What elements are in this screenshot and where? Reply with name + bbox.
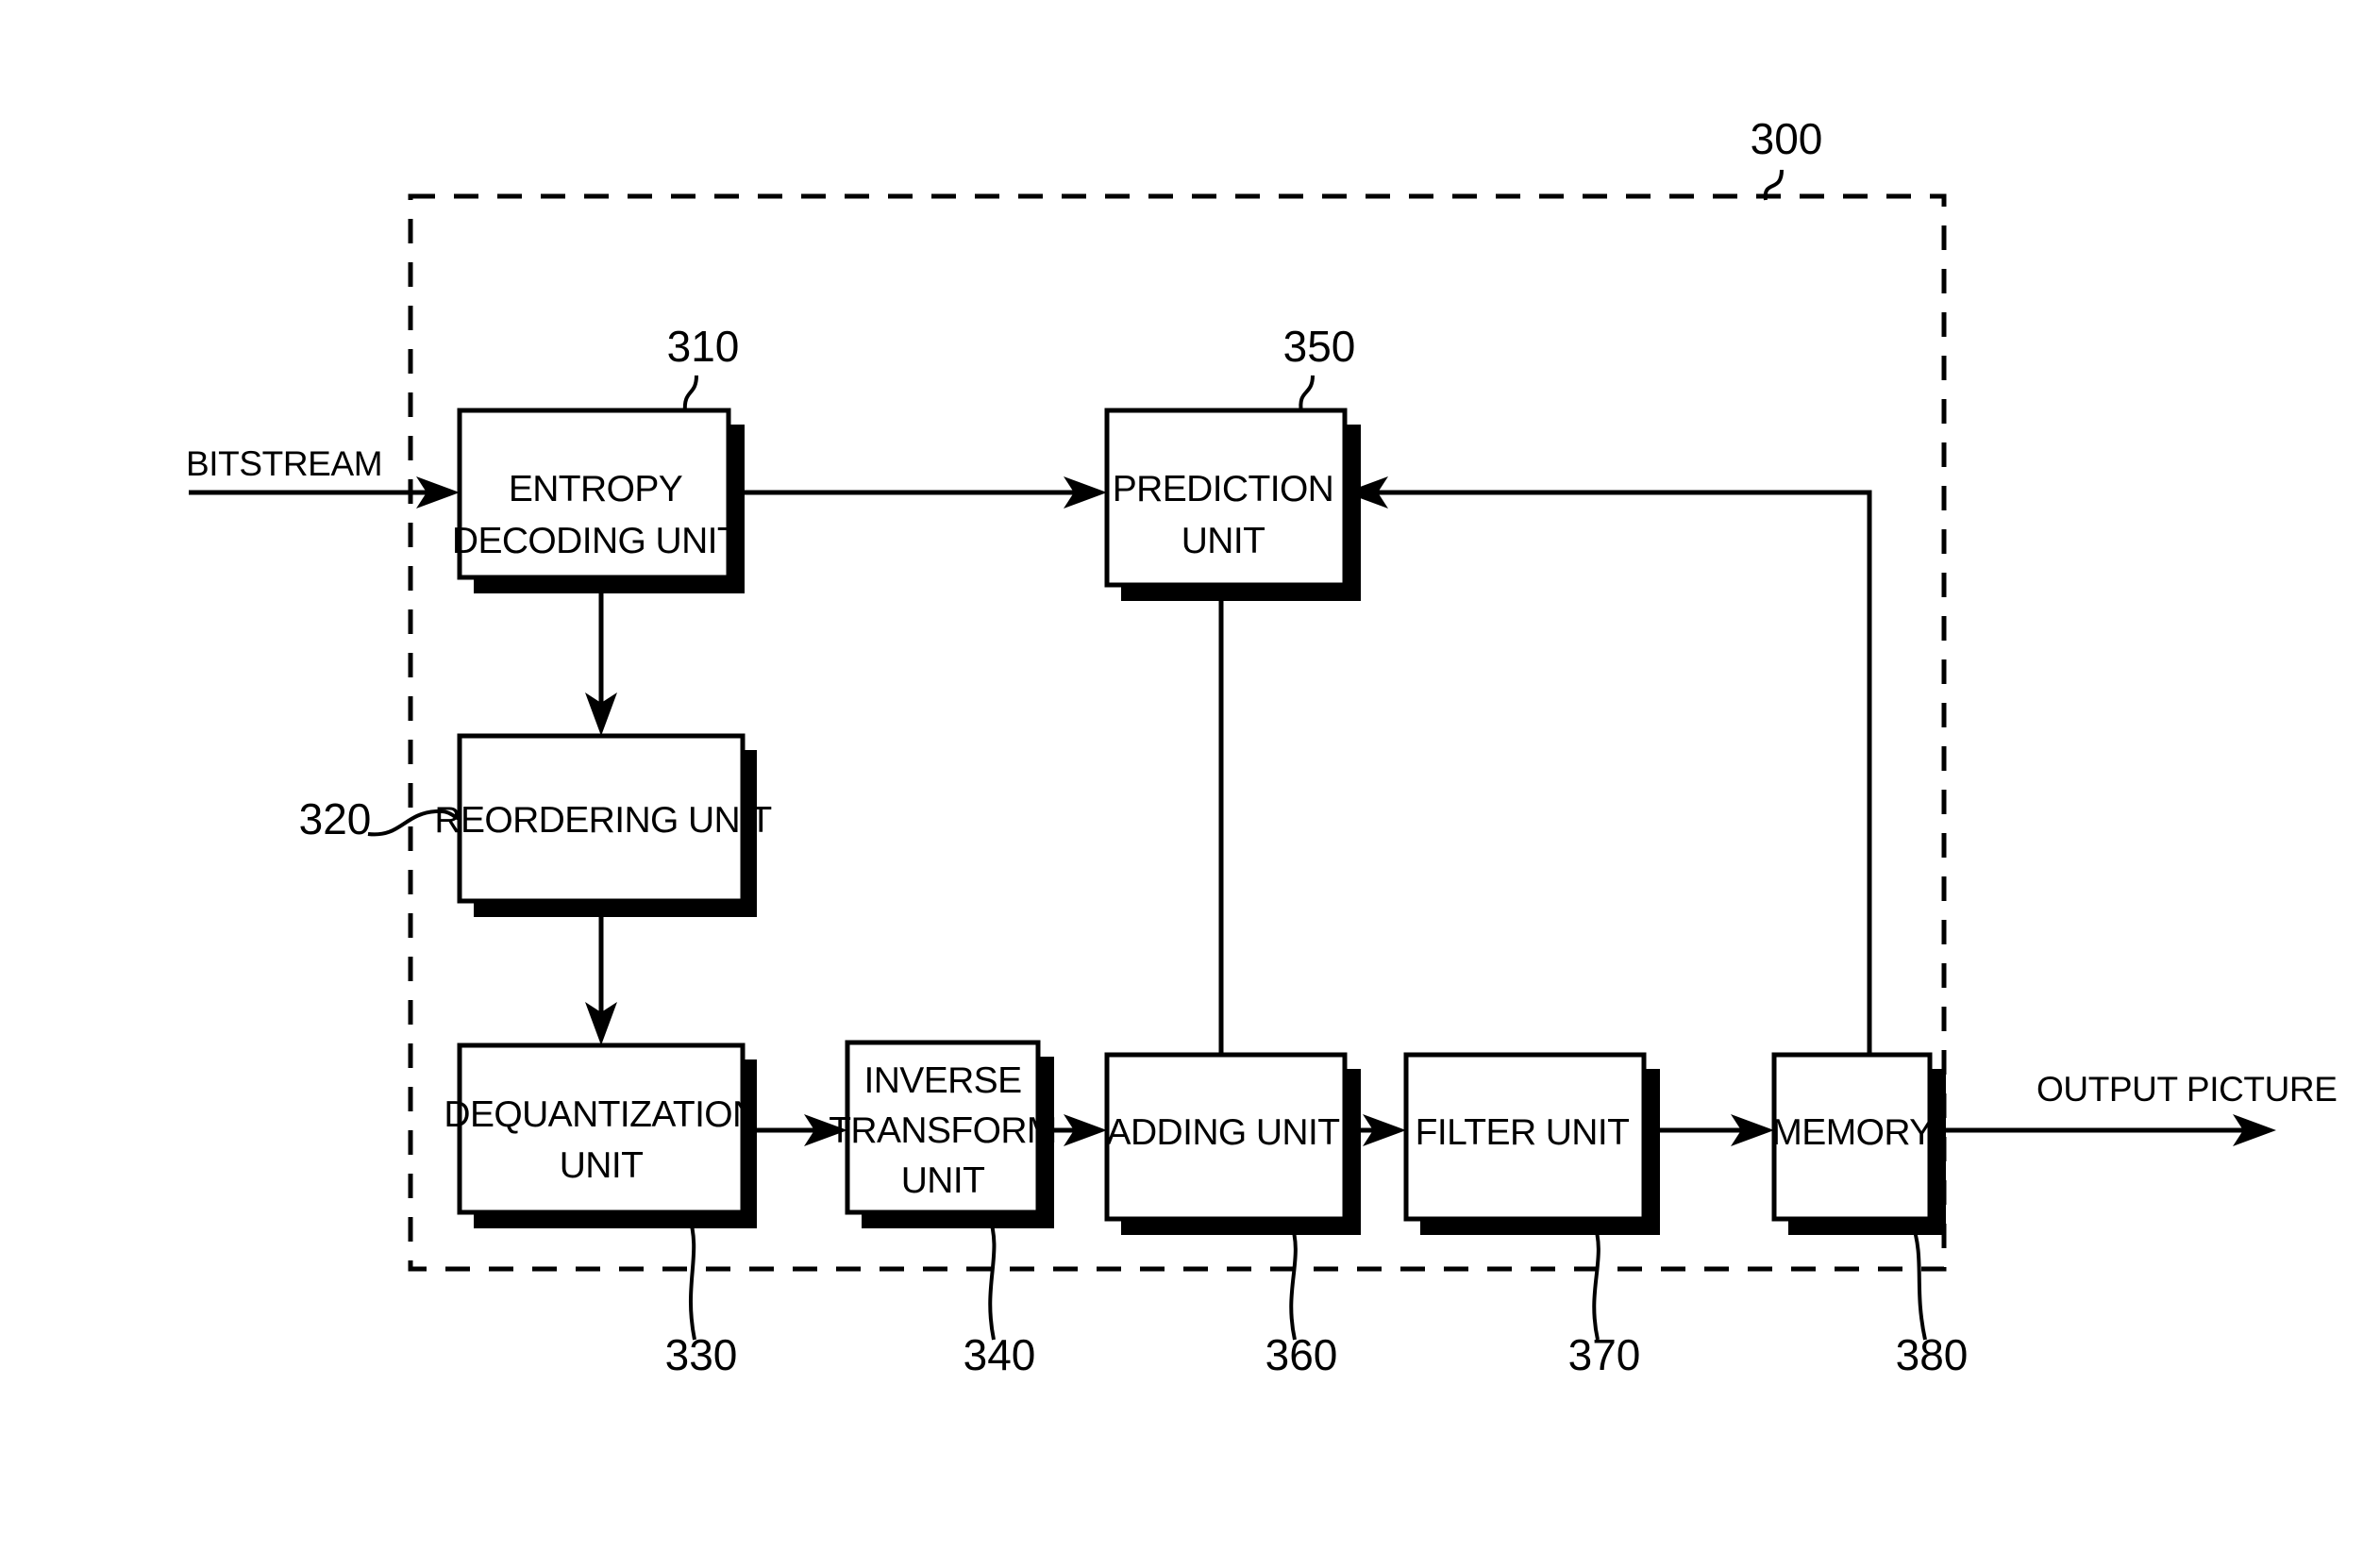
itransform-label-line2: TRANSFORM [829, 1110, 1057, 1151]
leader-370 [1592, 1221, 1600, 1341]
ref-label-330: 330 [665, 1330, 738, 1379]
leader-340 [987, 1214, 997, 1341]
block-prediction-unit[interactable]: PREDICTION UNIT [1104, 408, 1361, 601]
ref-label-380: 380 [1896, 1330, 1969, 1379]
prediction-label-line2: UNIT [1182, 521, 1265, 561]
figure-canvas: 300 ENTROPY DECODING UNIT 310 REORDERING… [186, 114, 2338, 1379]
bitstream-label: BITSTREAM [186, 444, 382, 483]
patent-figure: 300 ENTROPY DECODING UNIT 310 REORDERING… [0, 0, 2363, 1568]
ref-label-340: 340 [964, 1330, 1036, 1379]
ref-label-350: 350 [1283, 322, 1356, 371]
output-picture-label: OUTPUT PICTURE [2036, 1070, 2338, 1109]
ref-label-300: 300 [1751, 114, 1823, 163]
connector-memory-to-prediction-feedback [1352, 490, 1872, 1055]
adding-label: ADDING UNIT [1107, 1112, 1340, 1153]
entropy-label-line1: ENTROPY [509, 469, 683, 509]
block-adding-unit[interactable]: ADDING UNIT [1104, 1052, 1361, 1235]
memory-label: MEMORY [1771, 1112, 1934, 1153]
block-entropy-decoding-unit[interactable]: ENTROPY DECODING UNIT [452, 408, 745, 593]
leader-360 [1289, 1221, 1298, 1341]
ref-label-310: 310 [667, 322, 740, 371]
leader-350 [1299, 375, 1315, 413]
block-reordering-unit[interactable]: REORDERING UNIT [434, 733, 772, 917]
block-inverse-transform-unit[interactable]: INVERSE TRANSFORM UNIT [829, 1040, 1057, 1228]
leader-310 [682, 375, 698, 413]
reordering-label: REORDERING UNIT [434, 800, 771, 841]
itransform-label-line3: UNIT [901, 1160, 985, 1201]
itransform-label-line1: INVERSE [863, 1060, 1021, 1101]
filter-label: FILTER UNIT [1416, 1112, 1630, 1153]
block-dequantization-unit[interactable]: DEQUANTIZATION UNIT [444, 1043, 759, 1228]
leader-380 [1910, 1221, 1927, 1341]
block-filter-unit[interactable]: FILTER UNIT [1403, 1052, 1660, 1235]
ref-label-370: 370 [1568, 1330, 1641, 1379]
ref-label-320: 320 [299, 794, 372, 843]
entropy-label-line2: DECODING UNIT [452, 521, 739, 561]
dequant-label-line2: UNIT [560, 1145, 644, 1186]
block-memory[interactable]: MEMORY [1771, 1052, 1946, 1235]
prediction-label-line1: PREDICTION [1113, 469, 1334, 509]
dequant-label-line1: DEQUANTIZATION [444, 1094, 758, 1135]
ref-label-360: 360 [1265, 1330, 1338, 1379]
leader-330 [687, 1214, 696, 1341]
